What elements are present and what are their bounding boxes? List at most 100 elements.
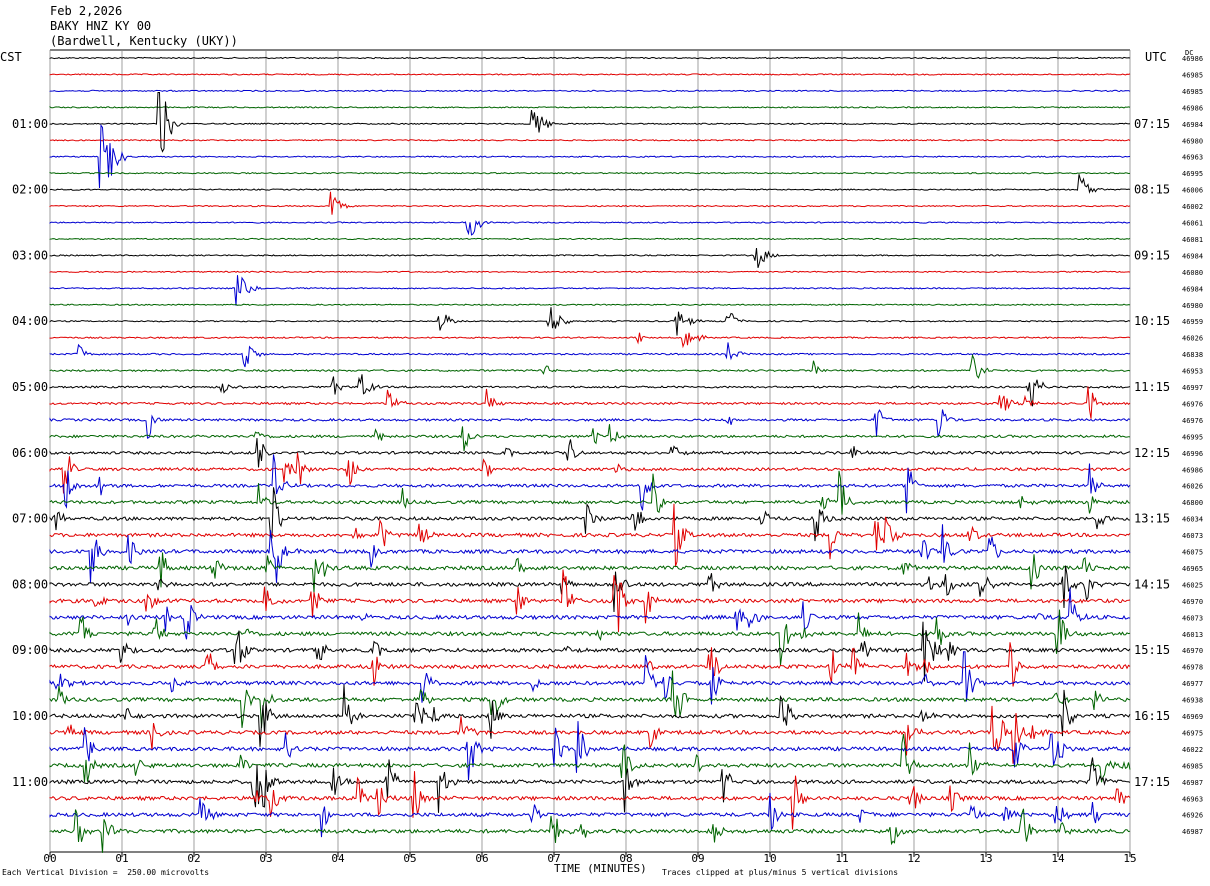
- dc-offset-label: 46073: [1182, 614, 1203, 622]
- dc-offset-label: 46025: [1182, 581, 1203, 589]
- dc-offset-label: 46838: [1182, 351, 1203, 359]
- trace-row-34: [49, 587, 1131, 640]
- dc-offset-label: 46995: [1182, 170, 1203, 178]
- dc-offset-label: 46984: [1182, 285, 1203, 293]
- x-tick-label: 06: [475, 852, 488, 865]
- clip-note: Traces clipped at plus/minus 5 vertical …: [662, 868, 899, 877]
- trace-row-11: [49, 237, 1131, 241]
- dc-offset-label: 46984: [1182, 252, 1203, 260]
- trace-row-14: [49, 275, 1131, 306]
- trace-row-4: [49, 92, 1131, 153]
- dc-offset-label: 46995: [1182, 433, 1203, 441]
- dc-offset-label: 46985: [1182, 71, 1203, 79]
- dc-offset-label: 46986: [1182, 55, 1203, 63]
- x-tick-label: 03: [259, 852, 272, 865]
- left-time-label: 07:00: [12, 512, 48, 526]
- right-time-label: 13:15: [1134, 512, 1170, 526]
- dc-offset-label: 46996: [1182, 450, 1203, 458]
- trace-row-26: [49, 454, 1131, 514]
- dc-offset-label: 46986: [1182, 104, 1203, 112]
- trace-row-20: [49, 374, 1131, 407]
- dc-offset-label: 46970: [1182, 598, 1203, 606]
- dc-offset-label: 46006: [1182, 187, 1203, 195]
- right-time-label: 10:15: [1134, 314, 1170, 328]
- trace-row-42: [49, 721, 1131, 781]
- trace-row-9: [49, 191, 1131, 215]
- dc-offset-label: 46985: [1182, 762, 1203, 770]
- dc-offset-label: 46986: [1182, 466, 1203, 474]
- dc-offset-label: 46026: [1182, 483, 1203, 491]
- trace-row-21: [49, 386, 1131, 419]
- dc-offset-label: 46013: [1182, 631, 1203, 639]
- dc-offset-label: 46080: [1182, 269, 1203, 277]
- right-time-label: 15:15: [1134, 643, 1170, 657]
- trace-row-38: [49, 651, 1131, 705]
- x-tick-label: 05: [403, 852, 416, 865]
- dc-offset-label: 46985: [1182, 88, 1203, 96]
- dc-offset-label: 46965: [1182, 565, 1203, 573]
- x-tick-label: 09: [691, 852, 704, 865]
- trace-row-8: [49, 174, 1131, 194]
- left-time-label: 03:00: [12, 248, 48, 262]
- trace-row-27: [49, 470, 1131, 515]
- x-axis-label: TIME (MINUTES): [554, 862, 647, 875]
- helicorder-plot: 00 01 02 03 04 05 06 07 08 09 10 11 12 13 14 1546986469…: [12, 49, 1203, 865]
- dc-offset-label: 46953: [1182, 368, 1203, 376]
- dc-offset-label: 46987: [1182, 828, 1203, 836]
- x-tick-label: 13: [979, 852, 992, 865]
- dc-offset-label: 46978: [1182, 664, 1203, 672]
- trace-row-43: [49, 734, 1131, 783]
- trace-row-2: [49, 89, 1131, 93]
- dc-offset-label: 46976: [1182, 400, 1203, 408]
- dc-offset-label: 46976: [1182, 417, 1203, 425]
- dc-offset-label: 46963: [1182, 154, 1203, 162]
- trace-row-12: [49, 248, 1131, 268]
- trace-row-1: [49, 73, 1131, 76]
- left-time-label: 09:00: [12, 643, 48, 657]
- trace-row-24: [49, 438, 1131, 468]
- left-time-label: 11:00: [12, 775, 48, 789]
- dc-offset-label: 46034: [1182, 516, 1203, 524]
- trace-row-19: [49, 353, 1131, 379]
- dc-offset-label: 46081: [1182, 236, 1203, 244]
- trace-row-25: [49, 452, 1131, 494]
- trace-row-10: [49, 220, 1130, 236]
- dc-offset-label: 46980: [1182, 302, 1203, 310]
- trace-row-7: [49, 171, 1131, 175]
- right-time-label: 14:15: [1134, 577, 1170, 591]
- trace-row-5: [49, 139, 1131, 142]
- trace-row-22: [49, 409, 1131, 439]
- dc-offset-label: 46926: [1182, 812, 1203, 820]
- right-time-label: 11:15: [1134, 380, 1170, 394]
- trace-row-15: [49, 303, 1131, 306]
- right-time-label: 16:15: [1134, 709, 1170, 723]
- trace-row-0: [49, 56, 1131, 60]
- left-time-label: 05:00: [12, 380, 48, 394]
- left-time-label: 01:00: [12, 117, 48, 131]
- dc-offset-label: 46026: [1182, 335, 1203, 343]
- dc-offset-label: 46938: [1182, 697, 1203, 705]
- dc-offset-label: 46075: [1182, 549, 1203, 557]
- dc-offset-label: 46061: [1182, 220, 1203, 228]
- dc-offset-label: 46984: [1182, 121, 1203, 129]
- right-time-label: 08:15: [1134, 183, 1170, 197]
- left-time-label: 02:00: [12, 183, 48, 197]
- right-time-label: 07:15: [1134, 117, 1170, 131]
- dc-offset-label: 46980: [1182, 137, 1203, 145]
- right-time-label: 12:15: [1134, 446, 1170, 460]
- x-tick-label: 04: [331, 852, 345, 865]
- dc-offset-label: 46022: [1182, 746, 1203, 754]
- x-tick-label: 02: [187, 852, 200, 865]
- x-tick-label: 00: [43, 852, 56, 865]
- trace-row-13: [49, 270, 1131, 274]
- x-tick-label: 15: [1123, 852, 1136, 865]
- x-tick-label: 11: [835, 852, 848, 865]
- left-time-label: 10:00: [12, 709, 48, 723]
- trace-row-18: [49, 342, 1131, 368]
- left-time-label: 08:00: [12, 577, 48, 591]
- x-tick-label: 12: [907, 852, 920, 865]
- right-time-label: 09:15: [1134, 248, 1170, 262]
- scale-note: Each Vertical Division = 250.00 microvol…: [2, 868, 210, 877]
- dc-offset-label: 46975: [1182, 729, 1203, 737]
- x-tick-label: 01: [115, 852, 128, 865]
